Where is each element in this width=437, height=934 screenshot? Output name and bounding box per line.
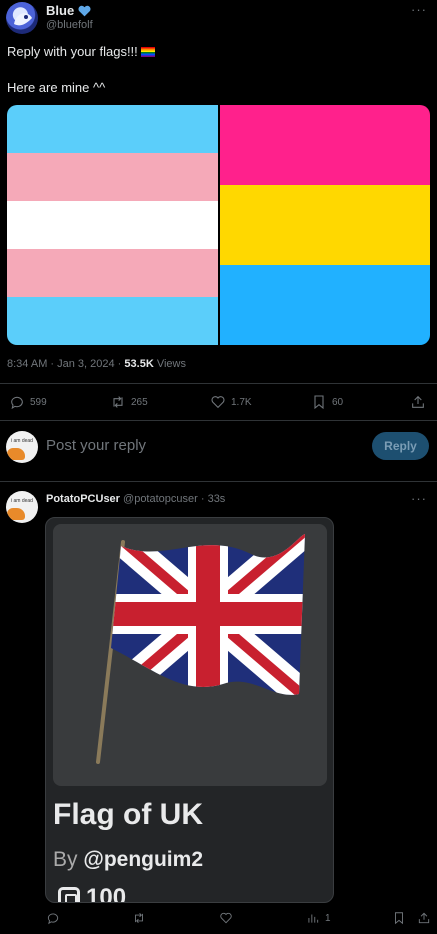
item-creator-name: @penguim2 — [83, 848, 203, 871]
item-title: Flag of UK — [53, 798, 203, 831]
heart-icon — [211, 396, 225, 409]
reply-action[interactable]: 599 — [9, 394, 47, 410]
more-options-icon[interactable]: ··· — [411, 2, 427, 17]
divider — [0, 383, 437, 384]
flag-stripe — [7, 153, 218, 201]
views-count: 53.5K — [124, 358, 154, 370]
avatar-text: i am dead — [11, 438, 33, 444]
reply-share-action[interactable] — [417, 911, 431, 925]
tweet-meta: 8:34 AM · Jan 3, 2024 · 53.5K Views — [7, 358, 186, 370]
tweet-media[interactable] — [7, 105, 430, 345]
item-creator-prefix: By — [53, 848, 84, 871]
reply-bookmark-action[interactable] — [392, 911, 406, 925]
reply-reply-action[interactable] — [46, 911, 60, 925]
bookmark-count: 60 — [332, 396, 344, 408]
like-action[interactable]: 1.7K — [210, 394, 252, 410]
reply-count: 599 — [30, 396, 47, 408]
reply-author[interactable]: PotatoPCUser @potatopcuser · 33s — [46, 493, 225, 505]
tweet-text-line1: Reply with your flags!!! — [7, 43, 155, 60]
reply-views-count: 1 — [325, 912, 331, 924]
flag-stripe — [7, 297, 218, 345]
flag-stripe — [219, 105, 430, 185]
like-count: 1.7K — [231, 396, 252, 408]
bookmark-icon — [395, 912, 403, 925]
views-label: Views — [153, 358, 186, 370]
repost-action[interactable]: 265 — [110, 394, 148, 410]
share-action[interactable] — [410, 394, 426, 410]
reply-author-handle: @potatopcuser · 33s — [123, 493, 226, 505]
avatar-text: i am dead — [11, 498, 33, 504]
share-icon — [418, 912, 430, 924]
reply-input[interactable]: Post your reply — [46, 437, 146, 454]
avatar-art — [7, 508, 25, 520]
flag-stripe — [219, 265, 430, 345]
reply-author-name: PotatoPCUser — [46, 493, 120, 505]
reply-more-options-icon[interactable]: ··· — [411, 491, 427, 506]
reply-icon — [47, 913, 59, 925]
author-handle[interactable]: @bluefolf — [46, 19, 93, 31]
avatar-art — [7, 448, 25, 460]
pan-flag-image[interactable] — [219, 105, 430, 345]
flag-stripe — [219, 185, 430, 265]
reply-author-avatar[interactable]: i am dead — [6, 491, 38, 523]
flag-stripe — [7, 105, 218, 153]
rainbow-flag-emoji — [140, 47, 155, 57]
divider — [0, 481, 437, 482]
user-avatar[interactable]: i am dead — [6, 431, 38, 463]
divider — [0, 420, 437, 421]
reply-views-action[interactable]: 1 — [306, 911, 331, 925]
bookmark-icon — [314, 395, 324, 410]
flag-stripe — [7, 249, 218, 297]
tweet-text-content: Reply with your flags!!! — [7, 44, 138, 59]
flag-stripe — [7, 201, 218, 249]
heart-icon — [220, 912, 232, 924]
repost-icon — [113, 396, 123, 408]
analytics-icon — [308, 914, 319, 923]
share-icon — [412, 395, 424, 408]
uk-flag-icon — [96, 534, 305, 764]
blue-heart-icon — [78, 5, 91, 16]
item-creator: By @penguim2 — [53, 848, 203, 872]
item-price: 100 — [58, 884, 127, 903]
author-avatar[interactable] — [6, 2, 38, 34]
repost-count: 265 — [131, 396, 148, 408]
trans-flag-image[interactable] — [7, 105, 218, 345]
bookmark-action[interactable]: 60 — [311, 394, 343, 410]
item-price-value: 100 — [86, 884, 127, 903]
reply-repost-action[interactable] — [132, 911, 146, 925]
reply-icon — [11, 396, 23, 410]
tweet-time[interactable]: 8:34 AM · Jan 3, 2024 · — [7, 358, 124, 370]
author-name-text: Blue — [46, 3, 75, 18]
item-thumbnail — [53, 524, 327, 786]
reply-media-card[interactable]: Flag of UK By @penguim2 100 — [45, 517, 334, 903]
avatar-art — [14, 13, 32, 26]
author-name[interactable]: Blue — [46, 3, 91, 18]
robux-icon — [58, 887, 80, 902]
reply-button[interactable]: Reply — [372, 432, 429, 460]
tweet-text-line2: Here are mine ^^ — [7, 80, 106, 95]
reply-like-action[interactable] — [219, 911, 233, 925]
repost-icon — [135, 913, 143, 923]
